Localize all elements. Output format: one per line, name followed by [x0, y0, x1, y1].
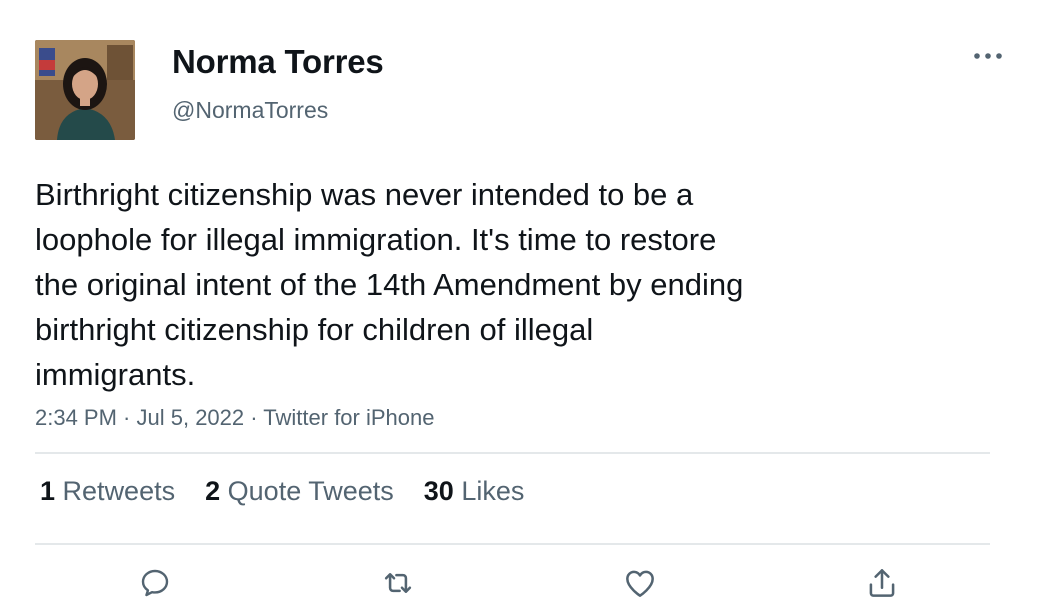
author-name[interactable]: Norma Torres [172, 43, 384, 81]
divider-bottom [35, 543, 990, 545]
retweet-icon [384, 573, 412, 593]
tweet-time[interactable]: 2:34 PM [35, 405, 117, 430]
meta-separator: · [116, 405, 137, 430]
tweet-source[interactable]: Twitter for iPhone [263, 405, 434, 430]
more-horizontal-icon [974, 53, 1002, 59]
reply-button[interactable] [135, 563, 175, 603]
retweets-label: Retweets [62, 476, 176, 506]
tweet-meta: 2:34 PM · Jul 5, 2022 · Twitter for iPho… [35, 405, 434, 431]
heart-icon [626, 570, 654, 597]
likes-count: 30 [423, 476, 454, 506]
tweet-date[interactable]: Jul 5, 2022 [137, 405, 245, 430]
author-handle[interactable]: @NormaTorres [172, 97, 328, 124]
likes-label: Likes [461, 476, 525, 506]
divider-top [35, 452, 990, 454]
tweet-text: Birthright citizenship was never intende… [35, 177, 744, 392]
engagement-stats: 1 Retweets 2 Quote Tweets 30 Likes [40, 476, 524, 507]
retweets-stat[interactable]: 1 Retweets [40, 476, 175, 507]
reply-icon [141, 569, 169, 597]
quote-tweets-label: Quote Tweets [227, 476, 394, 506]
likes-stat[interactable]: 30 Likes [424, 476, 525, 507]
like-button[interactable] [620, 563, 660, 603]
retweet-button[interactable] [378, 563, 418, 603]
retweets-count: 1 [40, 476, 56, 506]
avatar[interactable] [35, 40, 135, 140]
quote-tweets-stat[interactable]: 2 Quote Tweets [205, 476, 394, 507]
more-options-button[interactable] [968, 44, 1008, 68]
meta-separator: · [244, 405, 264, 430]
quote-tweets-count: 2 [205, 476, 221, 506]
profile-photo [35, 40, 135, 140]
share-icon [869, 569, 895, 597]
share-button[interactable] [862, 563, 902, 603]
